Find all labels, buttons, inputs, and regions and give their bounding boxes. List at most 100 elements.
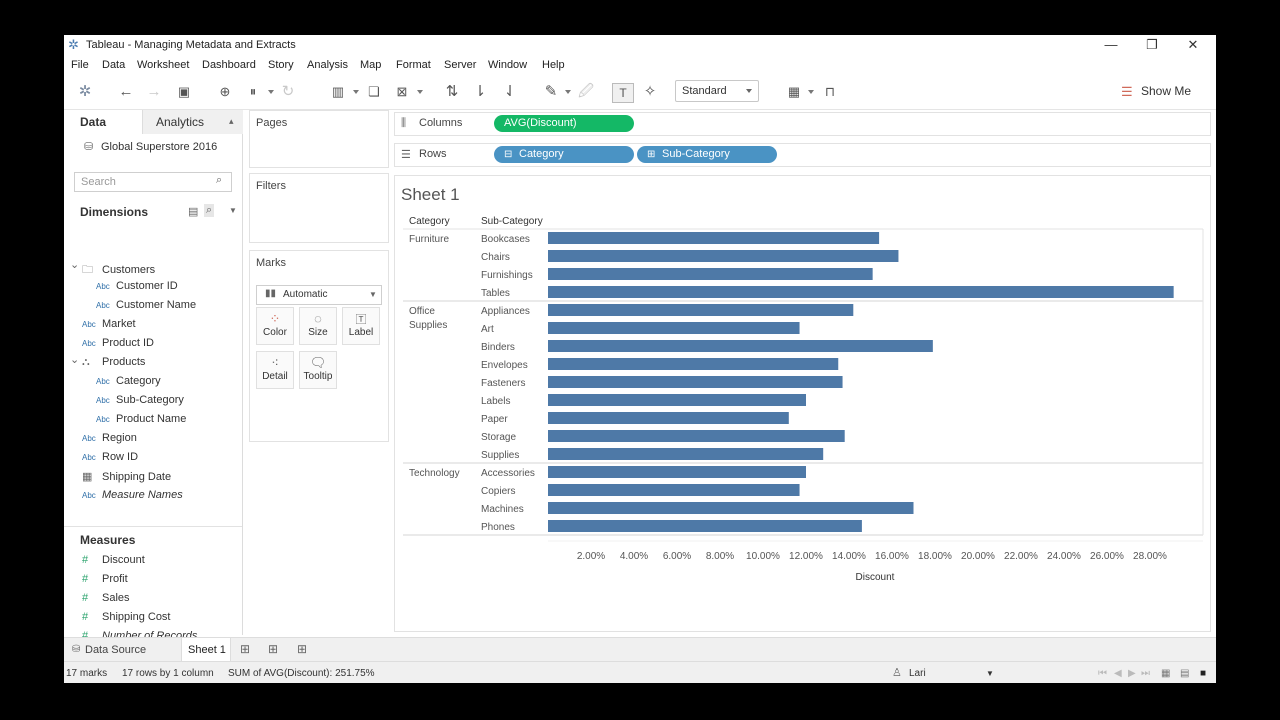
tooltip-button[interactable]: 🗨 Tooltip [299,351,337,389]
find-field-icon[interactable]: ⌕ [204,204,215,217]
tableau-home-icon[interactable]: ✲ [75,83,95,101]
columns-shelf[interactable]: ⫼ Columns AVG(Discount) [394,112,1211,136]
dimension-customer-name[interactable]: Abc Customer Name [96,299,196,311]
menu-server[interactable]: Server [444,59,476,71]
last-sheet-icon[interactable]: ⏭ [1141,668,1150,679]
dimension-products[interactable]: ⌄ ⛬ Products [70,354,145,369]
pages-card[interactable]: Pages [249,110,389,168]
bar [548,466,806,478]
search-input[interactable]: Search ⌕ [74,172,232,192]
measure-sales[interactable]: # Sales [82,592,130,604]
label-button[interactable]: 🅃 Label [342,307,380,345]
color-button[interactable]: ⁘ Color [256,307,294,345]
presentation-mode-icon[interactable]: ⊓ [820,83,840,101]
show-mark-labels-icon[interactable]: T [612,83,634,103]
mark-type-dropdown[interactable]: ▮▮ Automatic ▼ [256,285,382,305]
measure-shipping-cost[interactable]: # Shipping Cost [82,611,171,623]
new-data-source-icon[interactable]: ⊕ [215,83,235,101]
new-story-tab-icon[interactable]: ⊞ [297,642,307,656]
new-worksheet-dropdown-icon[interactable] [353,90,359,94]
clear-sheet-dropdown-icon[interactable] [417,90,423,94]
pause-updates-icon[interactable]: ⏸ [243,83,263,101]
dimension-measure-names[interactable]: Abc Measure Names [82,489,183,501]
dimensions-menu-icon[interactable]: ▼ [229,206,237,215]
new-worksheet-tab-icon[interactable]: ⊞ [240,642,250,656]
dimension-product-id[interactable]: Abc Product ID [82,337,154,349]
menu-data[interactable]: Data [102,59,125,71]
dimension-product-name[interactable]: Abc Product Name [96,413,186,425]
dimension-sub-category[interactable]: Abc Sub-Category [96,394,184,406]
collapse-category-icon[interactable]: ⊟ [504,146,512,163]
measure-discount[interactable]: # Discount [82,554,145,566]
data-source-name[interactable]: Global Superstore 2016 [101,141,217,153]
size-button[interactable]: ◌ Size [299,307,337,345]
menu-worksheet[interactable]: Worksheet [137,59,189,71]
show-me-button[interactable]: Show Me [1141,84,1191,98]
menu-file[interactable]: File [71,59,89,71]
pause-dropdown-icon[interactable] [268,90,274,94]
next-sheet-icon[interactable]: ▶ [1128,668,1136,679]
tab-data[interactable]: Data [64,110,142,134]
highlight-dropdown-icon[interactable] [565,90,571,94]
filters-card[interactable]: Filters [249,173,389,243]
group-members-icon[interactable]: 🖉 [576,83,596,101]
sort-ascending-icon[interactable]: ⇂ [470,83,490,101]
prev-sheet-icon[interactable]: ◀ [1114,668,1122,679]
menu-window[interactable]: Window [488,59,527,71]
expand-toggle-icon[interactable]: ⌄ [70,258,79,271]
menu-help[interactable]: Help [542,59,565,71]
status-user[interactable]: Lari [909,668,926,679]
list-view-icon[interactable]: ▤ [188,205,198,218]
dimension-category[interactable]: Abc Category [96,375,161,387]
expand-toggle-icon[interactable]: ⌄ [70,353,79,366]
columns-pill-avg-discount[interactable]: AVG(Discount) [494,115,634,132]
dimension-customer-id[interactable]: Abc Customer ID [96,280,178,292]
fix-axes-icon[interactable]: ✧ [640,83,660,101]
tab-menu-icon[interactable]: ▴ [229,116,234,127]
undo-icon[interactable]: ← [116,83,136,101]
user-dropdown-icon[interactable]: ▼ [986,669,994,678]
close-button[interactable]: ✕ [1178,37,1208,53]
duplicate-sheet-icon[interactable]: ❏ [364,83,384,101]
expand-subcategory-icon[interactable]: ⊞ [647,146,655,163]
tab-analytics[interactable]: Analytics ▴ [142,110,243,134]
dimension-market[interactable]: Abc Market [82,318,136,330]
dimension-region[interactable]: Abc Region [82,432,137,444]
clear-sheet-icon[interactable]: ⊠ [392,83,412,101]
filmstrip-view-icon[interactable]: ▤ [1180,668,1189,679]
field-label: Row ID [102,451,139,463]
new-worksheet-icon[interactable]: ▥ [328,83,348,101]
new-dashboard-tab-icon[interactable]: ⊞ [268,642,278,656]
first-sheet-icon[interactable]: ⏮ [1098,668,1107,679]
dimension-shipping-date[interactable]: ▦ Shipping Date [82,470,171,483]
redo-icon[interactable]: → [144,83,164,101]
show-me-icon[interactable]: ☰ [1121,84,1133,100]
menu-story[interactable]: Story [268,59,294,71]
menu-format[interactable]: Format [396,59,431,71]
minimize-button[interactable]: — [1096,37,1126,53]
sheet-1-tab[interactable]: Sheet 1 [181,638,231,662]
dimension-customers[interactable]: ⌄ 🗀 Customers [70,259,155,280]
tabs-view-icon[interactable]: ■ [1200,668,1206,679]
field-label: Profit [102,573,128,585]
restore-button[interactable]: ❐ [1137,37,1167,53]
highlight-icon[interactable]: ✎ [541,83,561,101]
show-cards-icon[interactable]: ▦ [784,83,804,101]
sort-descending-icon[interactable]: ⇃ [500,83,520,101]
fit-dropdown[interactable]: Standard [675,80,759,102]
menu-map[interactable]: Map [360,59,381,71]
menu-analysis[interactable]: Analysis [307,59,348,71]
detail-button[interactable]: ⁖ Detail [256,351,294,389]
swap-rows-columns-icon[interactable]: ⇅ [442,83,462,101]
rows-shelf[interactable]: ☰ Rows ⊟ Category ⊞ Sub-Category [394,143,1211,167]
menu-dashboard[interactable]: Dashboard [202,59,256,71]
sorter-view-icon[interactable]: ▦ [1161,668,1170,679]
data-source-tab[interactable]: Data Source [85,644,146,656]
rows-pill-subcategory[interactable]: ⊞ Sub-Category [637,146,777,163]
refresh-icon[interactable]: ↻ [278,83,298,101]
measure-profit[interactable]: # Profit [82,573,128,585]
show-cards-dropdown-icon[interactable] [808,90,814,94]
rows-pill-category[interactable]: ⊟ Category [494,146,634,163]
save-icon[interactable]: ▣ [174,83,194,101]
dimension-row-id[interactable]: Abc Row ID [82,451,138,463]
